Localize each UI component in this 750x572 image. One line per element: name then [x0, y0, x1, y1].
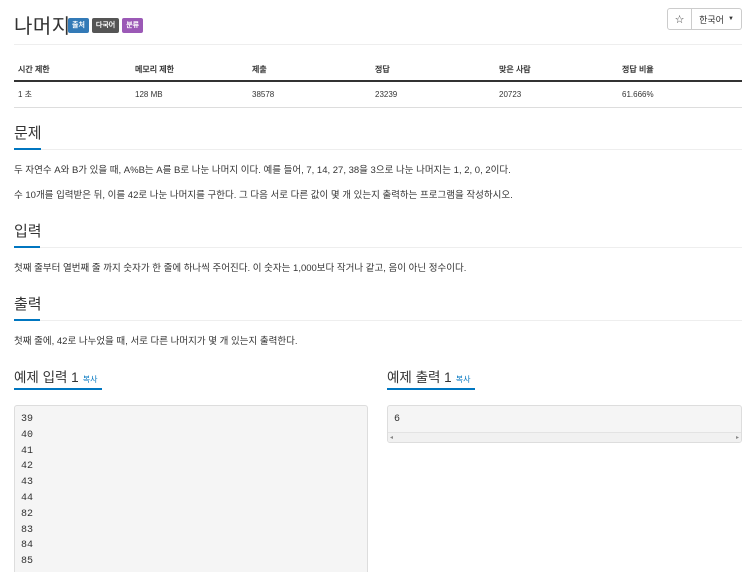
sample-output-block: 예제 출력 1 복사 [387, 366, 742, 390]
output-description: 첫째 줄에, 42로 나누었을 때, 서로 다른 나머지가 몇 개 있는지 출력… [14, 336, 298, 347]
problem-paragraph-2: 수 10개를 입력받은 뒤, 이를 42로 나눈 나머지를 구한다. 그 다음 … [14, 190, 513, 201]
stats-header-cell: 맞은 사람 [495, 60, 618, 82]
sample-input-line: 83 [21, 524, 34, 536]
sample-input-line: 82 [21, 508, 34, 520]
stats-header-cell: 메모리 제한 [131, 60, 248, 82]
sample-input-heading: 예제 입력 1 복사 [14, 366, 369, 390]
label-multilang[interactable]: 다국어 [91, 18, 120, 33]
page-title: 나머지 [14, 16, 71, 38]
heading-underline [14, 388, 102, 390]
header-actions: ☆ 한국어 ▼ [667, 8, 742, 30]
sample-input-line: 40 [21, 429, 34, 441]
stats-header-cell: 제출 [248, 60, 371, 82]
output-section: 출력 [14, 293, 742, 321]
horizontal-scrollbar[interactable]: ◂ ▸ [388, 431, 741, 442]
submissions-value[interactable]: 38578 [248, 81, 371, 108]
problem-stats-table: 시간 제한 메모리 제한 제출 정답 맞은 사람 정답 비율 1 초 128 M… [14, 60, 742, 108]
accepted-value[interactable]: 23239 [371, 81, 495, 108]
header-divider [14, 44, 742, 45]
sample-output-box[interactable]: 6 ◂ ▸ [387, 405, 742, 443]
sample-input-line: 39 [21, 414, 34, 425]
time-limit-value: 1 초 [14, 81, 131, 108]
problem-heading: 문제 [14, 122, 742, 150]
scroll-right-icon[interactable]: ▸ [736, 434, 739, 441]
sample-input-box[interactable]: 39 40 41 42 43 44 82 83 84 85 [14, 405, 368, 572]
sample-input-line: 44 [21, 492, 34, 504]
label-source[interactable]: 출처 [68, 18, 89, 33]
caret-down-icon: ▼ [727, 16, 734, 22]
stats-header-cell: 정답 비율 [618, 60, 742, 82]
stats-header-cell: 정답 [371, 60, 495, 82]
favorite-button[interactable]: ☆ [667, 8, 692, 30]
input-description: 첫째 줄부터 열번째 줄 까지 숫자가 한 줄에 하나씩 주어진다. 이 숫자는… [14, 263, 467, 274]
problem-paragraph-1: 두 자연수 A와 B가 있을 때, A%B는 A를 B로 나눈 나머지 이다. … [14, 165, 511, 176]
sample-input-block: 예제 입력 1 복사 [14, 366, 369, 390]
language-select-button[interactable]: 한국어 ▼ [692, 8, 742, 30]
output-heading-text: 출력 [14, 296, 42, 313]
sample-output-heading: 예제 출력 1 복사 [387, 366, 742, 390]
output-heading: 출력 [14, 293, 742, 321]
sample-input-title: 예제 입력 1 [14, 370, 79, 385]
input-section: 입력 [14, 220, 742, 248]
sample-input-line: 85 [21, 556, 34, 568]
input-heading: 입력 [14, 220, 742, 248]
sample-input-line: 42 [21, 461, 34, 473]
label-category[interactable]: 분류 [122, 18, 144, 33]
solved-users-value[interactable]: 20723 [495, 81, 618, 108]
language-label: 한국어 [699, 14, 724, 25]
sample-input-line: 41 [21, 445, 34, 457]
heading-underline [387, 388, 475, 390]
sample-output-title: 예제 출력 1 [387, 370, 452, 385]
problem-header: 나머지 출처 다국어 분류 ☆ 한국어 ▼ [14, 8, 742, 44]
memory-limit-value: 128 MB [131, 81, 248, 108]
star-icon: ☆ [674, 13, 685, 26]
heading-underline [14, 148, 41, 150]
sample-output-line: 6 [394, 414, 401, 425]
problem-section: 문제 [14, 122, 742, 150]
problem-labels: 출처 다국어 분류 [68, 18, 144, 33]
stats-header-row: 시간 제한 메모리 제한 제출 정답 맞은 사람 정답 비율 [14, 60, 742, 82]
accept-ratio-value: 61.666% [618, 81, 742, 108]
stats-header-cell: 시간 제한 [14, 60, 131, 82]
scroll-left-icon[interactable]: ◂ [390, 434, 393, 441]
copy-sample-output-button[interactable]: 복사 [456, 375, 471, 384]
stats-row: 1 초 128 MB 38578 23239 20723 61.666% [14, 81, 742, 108]
heading-underline [14, 319, 40, 321]
heading-underline [14, 246, 40, 248]
input-heading-text: 입력 [14, 223, 42, 240]
copy-sample-input-button[interactable]: 복사 [83, 375, 98, 384]
sample-input-line: 43 [21, 477, 34, 489]
problem-heading-text: 문제 [14, 125, 42, 142]
sample-input-line: 84 [21, 540, 34, 552]
